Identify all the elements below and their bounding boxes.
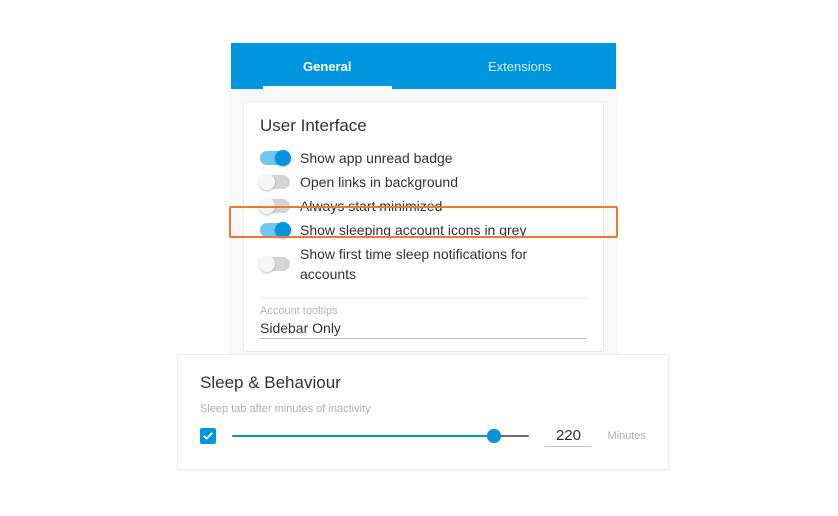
tab-bar: General Extensions bbox=[231, 43, 616, 89]
option-label: Show app unread badge bbox=[300, 148, 453, 168]
slider-fill bbox=[232, 435, 494, 437]
toggle-unread-badge[interactable] bbox=[260, 151, 290, 165]
toggle-sleeping-grey[interactable] bbox=[260, 223, 290, 237]
sleep-minutes-input[interactable] bbox=[545, 425, 591, 447]
tab-extensions-label: Extensions bbox=[488, 59, 552, 74]
option-row-1: Open links in background bbox=[260, 170, 587, 194]
option-row-4: Show first time sleep notifications for … bbox=[260, 242, 587, 286]
user-interface-panel: User Interface Show app unread badge Ope… bbox=[243, 101, 604, 352]
settings-card: General Extensions User Interface Show a… bbox=[231, 43, 616, 356]
tab-general[interactable]: General bbox=[231, 43, 424, 89]
option-label: Always start minimized bbox=[300, 196, 442, 216]
option-row-0: Show app unread badge bbox=[260, 146, 587, 170]
option-label: Show sleeping account icons in grey bbox=[300, 220, 526, 240]
section-title: User Interface bbox=[260, 116, 587, 136]
tooltip-select[interactable]: Sidebar Only bbox=[260, 317, 587, 339]
option-row-3: Show sleeping account icons in grey bbox=[260, 218, 587, 242]
sleep-unit-label: Minutes bbox=[607, 430, 646, 442]
sleep-label: Sleep tab after minutes of inactivity bbox=[200, 403, 646, 415]
sleep-slider[interactable] bbox=[232, 426, 529, 446]
tab-extensions[interactable]: Extensions bbox=[424, 43, 617, 89]
tab-general-label: General bbox=[303, 59, 351, 74]
toggle-start-minimized[interactable] bbox=[260, 199, 290, 213]
panel-wrap: User Interface Show app unread badge Ope… bbox=[231, 89, 616, 356]
check-icon bbox=[202, 430, 214, 442]
toggle-open-links-bg[interactable] bbox=[260, 175, 290, 189]
slider-row: Minutes bbox=[200, 425, 646, 447]
slider-thumb[interactable] bbox=[487, 429, 501, 443]
sleep-enabled-checkbox[interactable] bbox=[200, 428, 216, 444]
tooltip-field-label: Account tooltips bbox=[260, 298, 587, 317]
option-label: Open links in background bbox=[300, 172, 458, 192]
option-label: Show first time sleep notifications for … bbox=[300, 244, 587, 284]
sleep-behaviour-card: Sleep & Behaviour Sleep tab after minute… bbox=[177, 354, 669, 470]
option-row-2: Always start minimized bbox=[260, 194, 587, 218]
toggle-sleep-notifications[interactable] bbox=[260, 257, 290, 271]
sleep-title: Sleep & Behaviour bbox=[200, 373, 646, 393]
